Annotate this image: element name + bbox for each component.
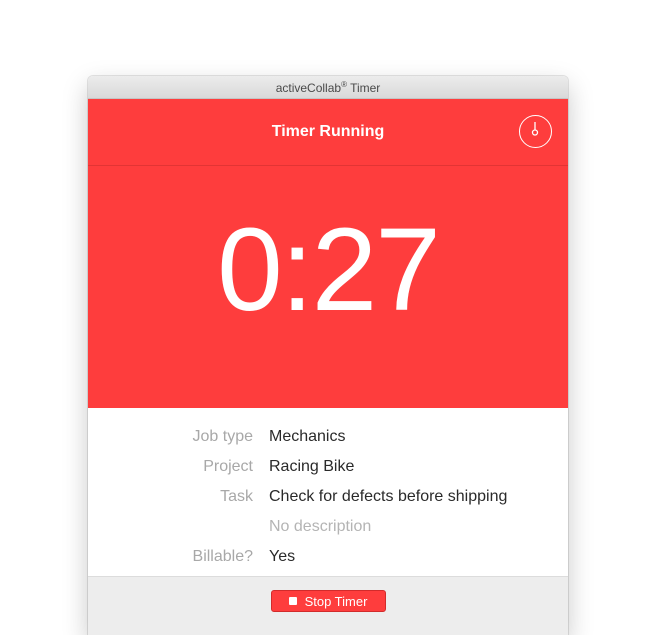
project-label: Project — [203, 458, 253, 475]
stop-square-icon — [288, 597, 297, 605]
task-label: Task — [220, 488, 253, 505]
timer-panel: Timer Running 0:27 — [88, 99, 568, 408]
stop-timer-label: Stop Timer — [304, 593, 368, 609]
window-title-suffix: Timer — [346, 80, 381, 95]
timer-details: Job type Mechanics Project Racing Bike T… — [88, 408, 568, 576]
timer-header: Timer Running — [88, 99, 568, 166]
project-value: Racing Bike — [269, 458, 355, 475]
stopwatch-icon — [531, 122, 539, 136]
window-title: activeCollab® Timer — [276, 80, 381, 95]
stopwatch-button[interactable] — [519, 115, 552, 148]
app-name: activeCollab — [275, 80, 342, 95]
task-value: Check for defects before shipping — [269, 488, 508, 505]
detail-row-task: Task Check for defects before shipping — [88, 482, 568, 512]
detail-row-description: No description — [88, 512, 568, 542]
job-type-value: Mechanics — [269, 428, 346, 445]
timer-footer: Stop Timer — [88, 576, 568, 635]
billable-value: Yes — [269, 548, 296, 565]
window-titlebar: activeCollab® Timer — [88, 76, 568, 99]
timer-window: activeCollab® Timer Timer Running 0:27 J… — [88, 76, 568, 635]
header-title: Timer Running — [271, 123, 385, 140]
description-value: No description — [269, 518, 372, 535]
detail-row-project: Project Racing Bike — [88, 452, 568, 482]
job-type-label: Job type — [192, 428, 253, 445]
detail-row-billable: Billable? Yes — [88, 542, 568, 572]
billable-label: Billable? — [192, 548, 253, 565]
detail-row-job-type: Job type Mechanics — [88, 422, 568, 452]
stop-timer-button[interactable]: Stop Timer — [270, 590, 386, 612]
elapsed-time: 0:27 — [217, 204, 441, 336]
